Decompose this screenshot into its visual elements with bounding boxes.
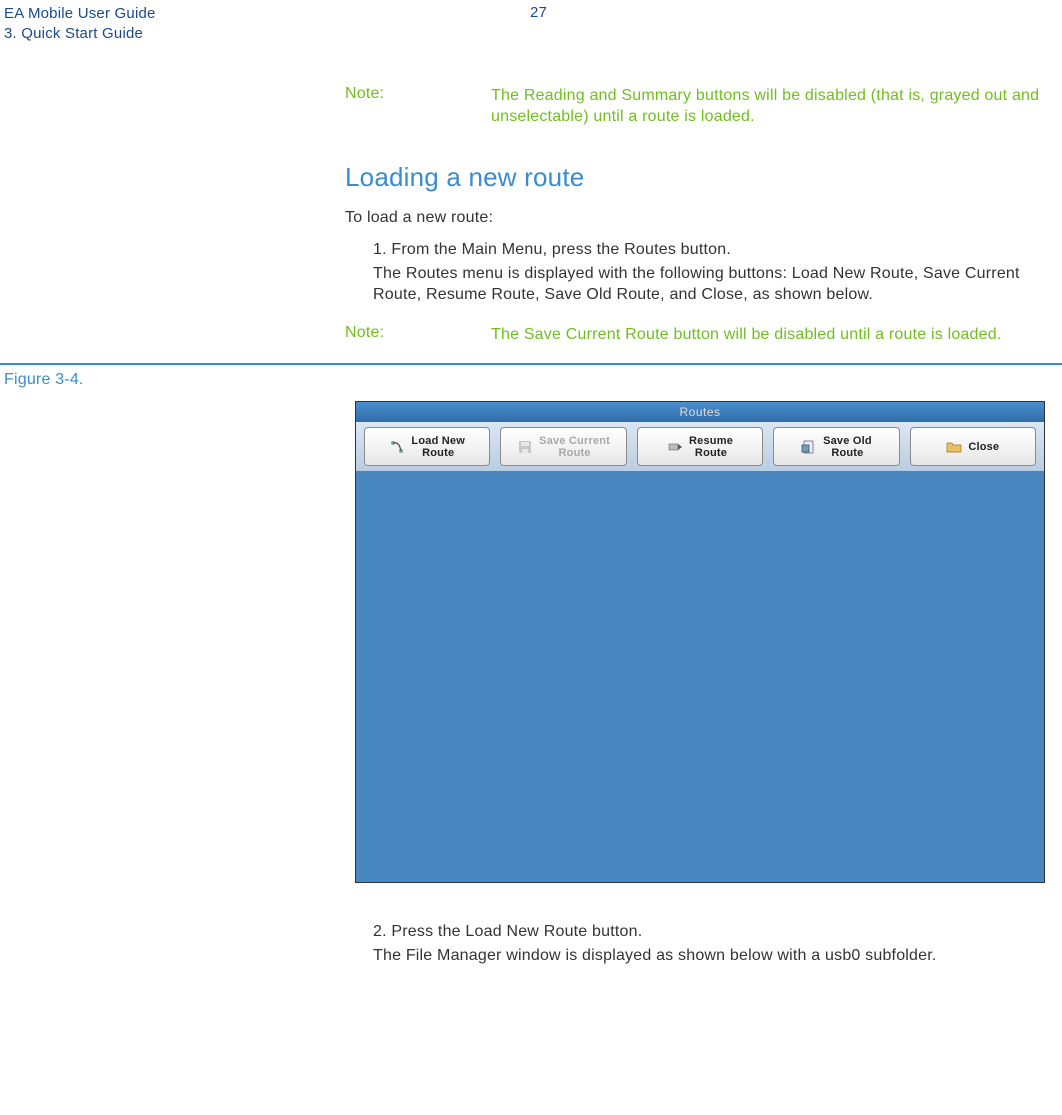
save-current-route-button[interactable]: Save CurrentRoute [500, 427, 626, 466]
resume-route-label: ResumeRoute [689, 435, 733, 459]
close-button[interactable]: Close [910, 427, 1036, 466]
save-icon [517, 439, 533, 455]
resume-route-button[interactable]: ResumeRoute [637, 427, 763, 466]
note-block-2: Note: The Save Current Route button will… [345, 324, 1042, 346]
note-body-2: The Save Current Route button will be di… [491, 324, 1002, 346]
page-header: EA Mobile User Guide 3. Quick Start Guid… [0, 4, 1062, 45]
section-heading: Loading a new route [345, 162, 1042, 193]
note-block: Note: The Reading and Summary buttons wi… [345, 85, 1042, 128]
routes-window: Routes Load NewRoute Save CurrentRoute R… [355, 401, 1045, 883]
routes-window-body [356, 472, 1044, 882]
load-new-route-label: Load NewRoute [411, 435, 465, 459]
resume-icon [667, 439, 683, 455]
figure-label: Figure 3-4. [4, 371, 1062, 389]
note-body: The Reading and Summary buttons will be … [491, 85, 1042, 128]
save-old-route-label: Save OldRoute [823, 435, 872, 459]
route-icon [389, 439, 405, 455]
step-1: 1. From the Main Menu, press the Routes … [373, 241, 1042, 259]
page-number: 27 [530, 4, 547, 21]
save-current-route-label: Save CurrentRoute [539, 435, 610, 459]
save-old-icon [801, 439, 817, 455]
save-old-route-button[interactable]: Save OldRoute [773, 427, 899, 466]
load-new-route-button[interactable]: Load NewRoute [364, 427, 490, 466]
note-label-2: Note: [345, 324, 491, 346]
figure-rule [0, 363, 1062, 365]
doc-title-line2: 3. Quick Start Guide [4, 24, 156, 44]
note-label: Note: [345, 85, 491, 128]
step-1-continuation: The Routes menu is displayed with the fo… [373, 263, 1042, 306]
step-2: 2. Press the Load New Route button. [373, 923, 1042, 941]
close-label: Close [968, 441, 999, 453]
routes-toolbar: Load NewRoute Save CurrentRoute ResumeRo… [356, 422, 1044, 472]
section-intro: To load a new route: [345, 209, 1042, 227]
step-2-continuation: The File Manager window is displayed as … [373, 945, 1042, 967]
folder-icon [946, 439, 962, 455]
window-titlebar: Routes [356, 402, 1044, 422]
doc-title-line1: EA Mobile User Guide [4, 4, 156, 24]
